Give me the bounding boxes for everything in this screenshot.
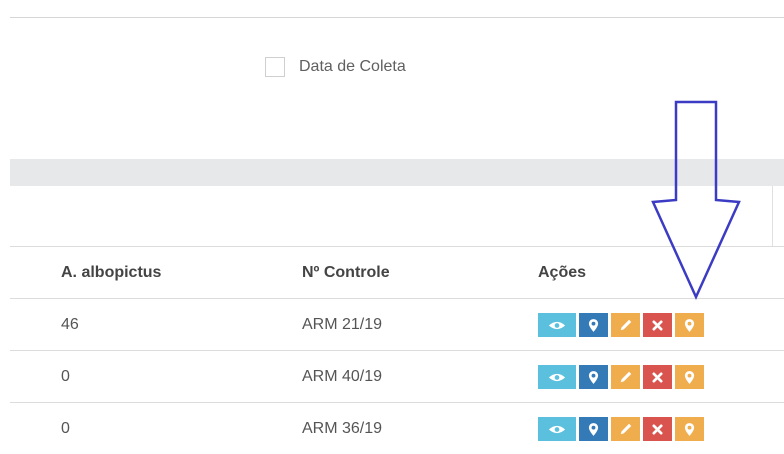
edit-button[interactable] — [611, 313, 640, 337]
table-row: 0 ARM 36/19 — [10, 402, 784, 454]
delete-button[interactable] — [643, 313, 672, 337]
eye-icon — [548, 424, 566, 435]
map-marker-icon — [684, 422, 695, 437]
controle-cell: ARM 40/19 — [302, 368, 383, 385]
view-button[interactable] — [538, 365, 576, 389]
results-table: A. albopictus Nº Controle Ações 46 ARM 2… — [10, 246, 784, 454]
albopictus-cell: 0 — [61, 368, 70, 385]
eye-icon — [548, 320, 566, 331]
data-coleta-label: Data de Coleta — [299, 58, 406, 75]
location-button[interactable] — [579, 313, 608, 337]
pencil-icon — [619, 370, 633, 384]
location-button[interactable] — [579, 365, 608, 389]
map-marker-icon — [684, 370, 695, 385]
location-button[interactable] — [579, 417, 608, 441]
table-header-row: A. albopictus Nº Controle Ações — [10, 246, 784, 298]
row-actions — [538, 365, 704, 389]
map-marker-icon — [588, 370, 599, 385]
top-divider — [10, 17, 784, 18]
controle-cell: ARM 36/19 — [302, 420, 383, 437]
view-button[interactable] — [538, 313, 576, 337]
close-icon — [652, 320, 663, 331]
date-filter[interactable]: Data de Coleta — [265, 57, 406, 77]
map-marker-icon — [588, 318, 599, 333]
pencil-icon — [619, 318, 633, 332]
map-marker-icon — [588, 422, 599, 437]
close-icon — [652, 424, 663, 435]
georef-button[interactable] — [675, 417, 704, 441]
edit-button[interactable] — [611, 365, 640, 389]
delete-button[interactable] — [643, 417, 672, 441]
edit-button[interactable] — [611, 417, 640, 441]
column-header-acoes: Ações — [538, 264, 587, 281]
column-header-controle[interactable]: Nº Controle — [302, 247, 390, 298]
albopictus-cell: 0 — [61, 420, 70, 437]
pencil-icon — [619, 422, 633, 436]
column-divider — [772, 186, 773, 246]
row-actions — [538, 417, 704, 441]
view-button[interactable] — [538, 417, 576, 441]
controle-cell: ARM 21/19 — [302, 316, 383, 333]
georef-button[interactable] — [675, 313, 704, 337]
map-marker-icon — [684, 318, 695, 333]
column-header-albopictus[interactable]: A. albopictus — [61, 247, 161, 298]
georef-button[interactable] — [675, 365, 704, 389]
albopictus-cell: 46 — [61, 316, 79, 333]
delete-button[interactable] — [643, 365, 672, 389]
row-actions — [538, 313, 704, 337]
eye-icon — [548, 372, 566, 383]
close-icon — [652, 372, 663, 383]
table-header-band — [10, 159, 784, 186]
data-coleta-checkbox[interactable] — [265, 57, 285, 77]
table-row: 46 ARM 21/19 — [10, 298, 784, 350]
table-row: 0 ARM 40/19 — [10, 350, 784, 402]
